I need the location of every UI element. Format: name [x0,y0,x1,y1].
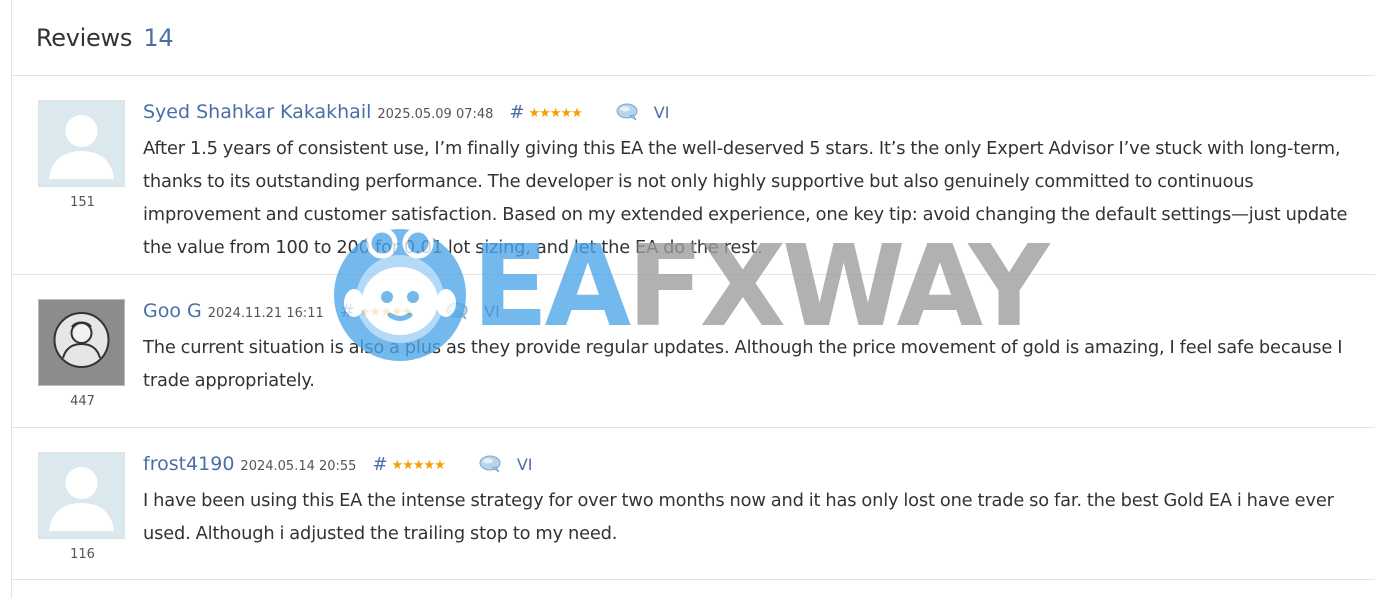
star-icon: ★ [401,305,414,320]
reviews-title-label: Reviews [36,23,133,52]
default-avatar-icon[interactable] [38,100,125,187]
star-icon: ★ [369,305,382,320]
review-author-link[interactable]: Goo G [143,300,202,322]
star-rating: ★ ★ ★ ★ ★ [391,458,446,473]
star-icon: ★ [380,305,392,320]
review-author-link[interactable]: Syed Shahkar Kakakhail [143,101,371,123]
review-author-column: 447 [38,299,127,409]
review-author-column: 151 [38,100,127,210]
review-item: 447 Goo G 2024.11.21 16:11 # ★ ★ ★ ★ ★ V… [12,275,1375,428]
star-rating: ★ ★ ★ ★ ★ [528,106,583,121]
reviews-header: Reviews 14 [12,0,1375,76]
review-author-link[interactable]: frost4190 [143,453,234,475]
star-rating: ★ ★ ★ ★ ★ [358,305,414,320]
star-icon: ★ [390,305,403,320]
review-permalink[interactable]: # [372,454,387,475]
star-icon: ★ [423,458,436,473]
review-item: 116 frost4190 2024.05.14 20:55 # ★ ★ ★ ★ ★ [12,428,1375,580]
review-author-column: 116 [38,452,127,562]
reviews-title: Reviews 14 [36,23,174,52]
review-content: Goo G 2024.11.21 16:11 # ★ ★ ★ ★ ★ VI Th… [143,299,1355,397]
star-icon: ★ [402,458,414,473]
user-rating-value: 151 [70,195,95,210]
review-text: I have been using this EA the intense st… [143,490,1334,544]
translate-link[interactable]: VI [484,302,500,321]
star-icon: ★ [412,458,425,473]
review-text: After 1.5 years of consistent use, I’m f… [143,138,1348,258]
review-permalink[interactable]: # [509,102,524,123]
star-icon: ★ [560,106,572,121]
reviews-count: 14 [143,23,174,52]
default-avatar-icon[interactable] [38,452,125,539]
review-permalink[interactable]: # [340,301,355,322]
review-meta: Syed Shahkar Kakakhail 2025.05.09 07:48 … [143,100,1355,126]
review-date: 2025.05.09 07:48 [377,107,494,122]
translate-link[interactable]: VI [517,455,533,474]
comment-bubble-icon[interactable] [446,302,470,324]
comment-bubble-icon[interactable] [616,103,640,125]
review-text: The current situation is also a plus as … [143,337,1343,391]
review-content: frost4190 2024.05.14 20:55 # ★ ★ ★ ★ ★ VI [143,452,1355,550]
star-icon: ★ [571,106,583,121]
star-icon: ★ [528,106,541,121]
translate-link[interactable]: VI [654,103,670,122]
reviews-page: Reviews 14 151 Syed Shahkar Kakakhail 20… [0,0,1375,598]
star-icon: ★ [358,305,371,320]
star-icon: ★ [549,106,562,121]
reviews-panel: Reviews 14 151 Syed Shahkar Kakakhail 20… [11,0,1375,598]
user-photo-avatar[interactable] [38,299,125,386]
user-rating-value: 447 [70,394,95,409]
review-meta: frost4190 2024.05.14 20:55 # ★ ★ ★ ★ ★ VI [143,452,1355,478]
review-content: Syed Shahkar Kakakhail 2025.05.09 07:48 … [143,100,1355,264]
comment-bubble-icon[interactable] [479,455,503,477]
review-item: 151 Syed Shahkar Kakakhail 2025.05.09 07… [12,76,1375,275]
review-date: 2024.11.21 16:11 [207,306,324,321]
star-icon: ★ [434,458,446,473]
user-rating-value: 116 [70,547,95,562]
review-date: 2024.05.14 20:55 [240,459,357,474]
star-icon: ★ [391,458,404,473]
star-icon: ★ [539,106,551,121]
review-meta: Goo G 2024.11.21 16:11 # ★ ★ ★ ★ ★ VI [143,299,1355,325]
